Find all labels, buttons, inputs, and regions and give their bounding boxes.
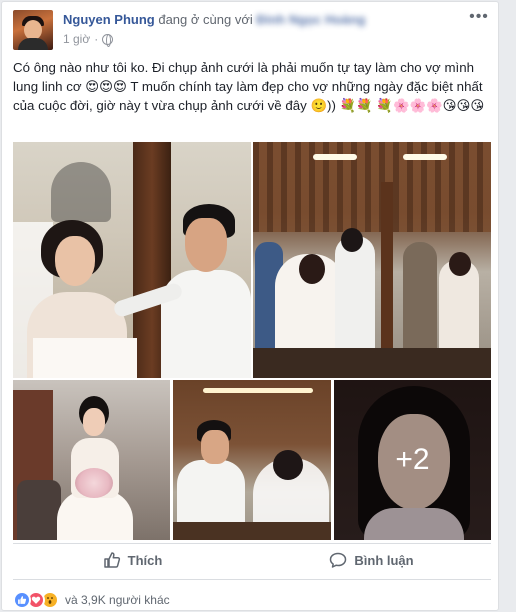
photo-1[interactable]	[13, 142, 251, 378]
divider	[13, 543, 491, 544]
action-bar: Thích Bình luận	[13, 546, 491, 574]
author-line: Nguyen Phung đang ở cùng với Đinh Ngọc H…	[63, 12, 365, 27]
like-icon	[103, 551, 121, 569]
photo-4[interactable]	[173, 380, 331, 540]
avatar[interactable]	[13, 10, 53, 50]
like-button[interactable]: Thích	[13, 546, 252, 574]
like-label: Thích	[127, 552, 163, 568]
post-card: Nguyen Phung đang ở cùng với Đinh Ngọc H…	[1, 1, 499, 611]
photo-3[interactable]	[13, 380, 170, 540]
post-text: Có ông nào như tôi ko. Đi chụp ảnh cưới …	[13, 60, 485, 113]
author-name[interactable]: Nguyen Phung	[63, 12, 155, 27]
divider	[13, 579, 491, 580]
photo-2[interactable]	[253, 142, 491, 378]
comment-icon	[329, 551, 347, 569]
tagged-name[interactable]: Đinh Ngọc Hoàng	[256, 12, 365, 27]
comment-button[interactable]: Bình luận	[252, 546, 491, 574]
globe-icon	[102, 33, 114, 47]
reaction-summary[interactable]: và 3,9K người khác	[13, 591, 170, 609]
with-text: đang ở cùng với	[158, 12, 253, 27]
post-meta: 1 giờ ·	[63, 32, 114, 47]
more-icon[interactable]: •••	[469, 9, 489, 26]
more-photos-count[interactable]: +2	[334, 380, 491, 540]
like-reaction-icon	[13, 591, 31, 609]
comment-label: Bình luận	[354, 552, 414, 568]
photo-5-more[interactable]: +2	[334, 380, 491, 540]
photo-grid: +2	[13, 142, 491, 540]
reaction-count[interactable]: và 3,9K người khác	[65, 593, 170, 607]
post-time[interactable]: 1 giờ	[63, 32, 90, 46]
post-header: Nguyen Phung đang ở cùng với Đinh Ngọc H…	[13, 9, 493, 50]
